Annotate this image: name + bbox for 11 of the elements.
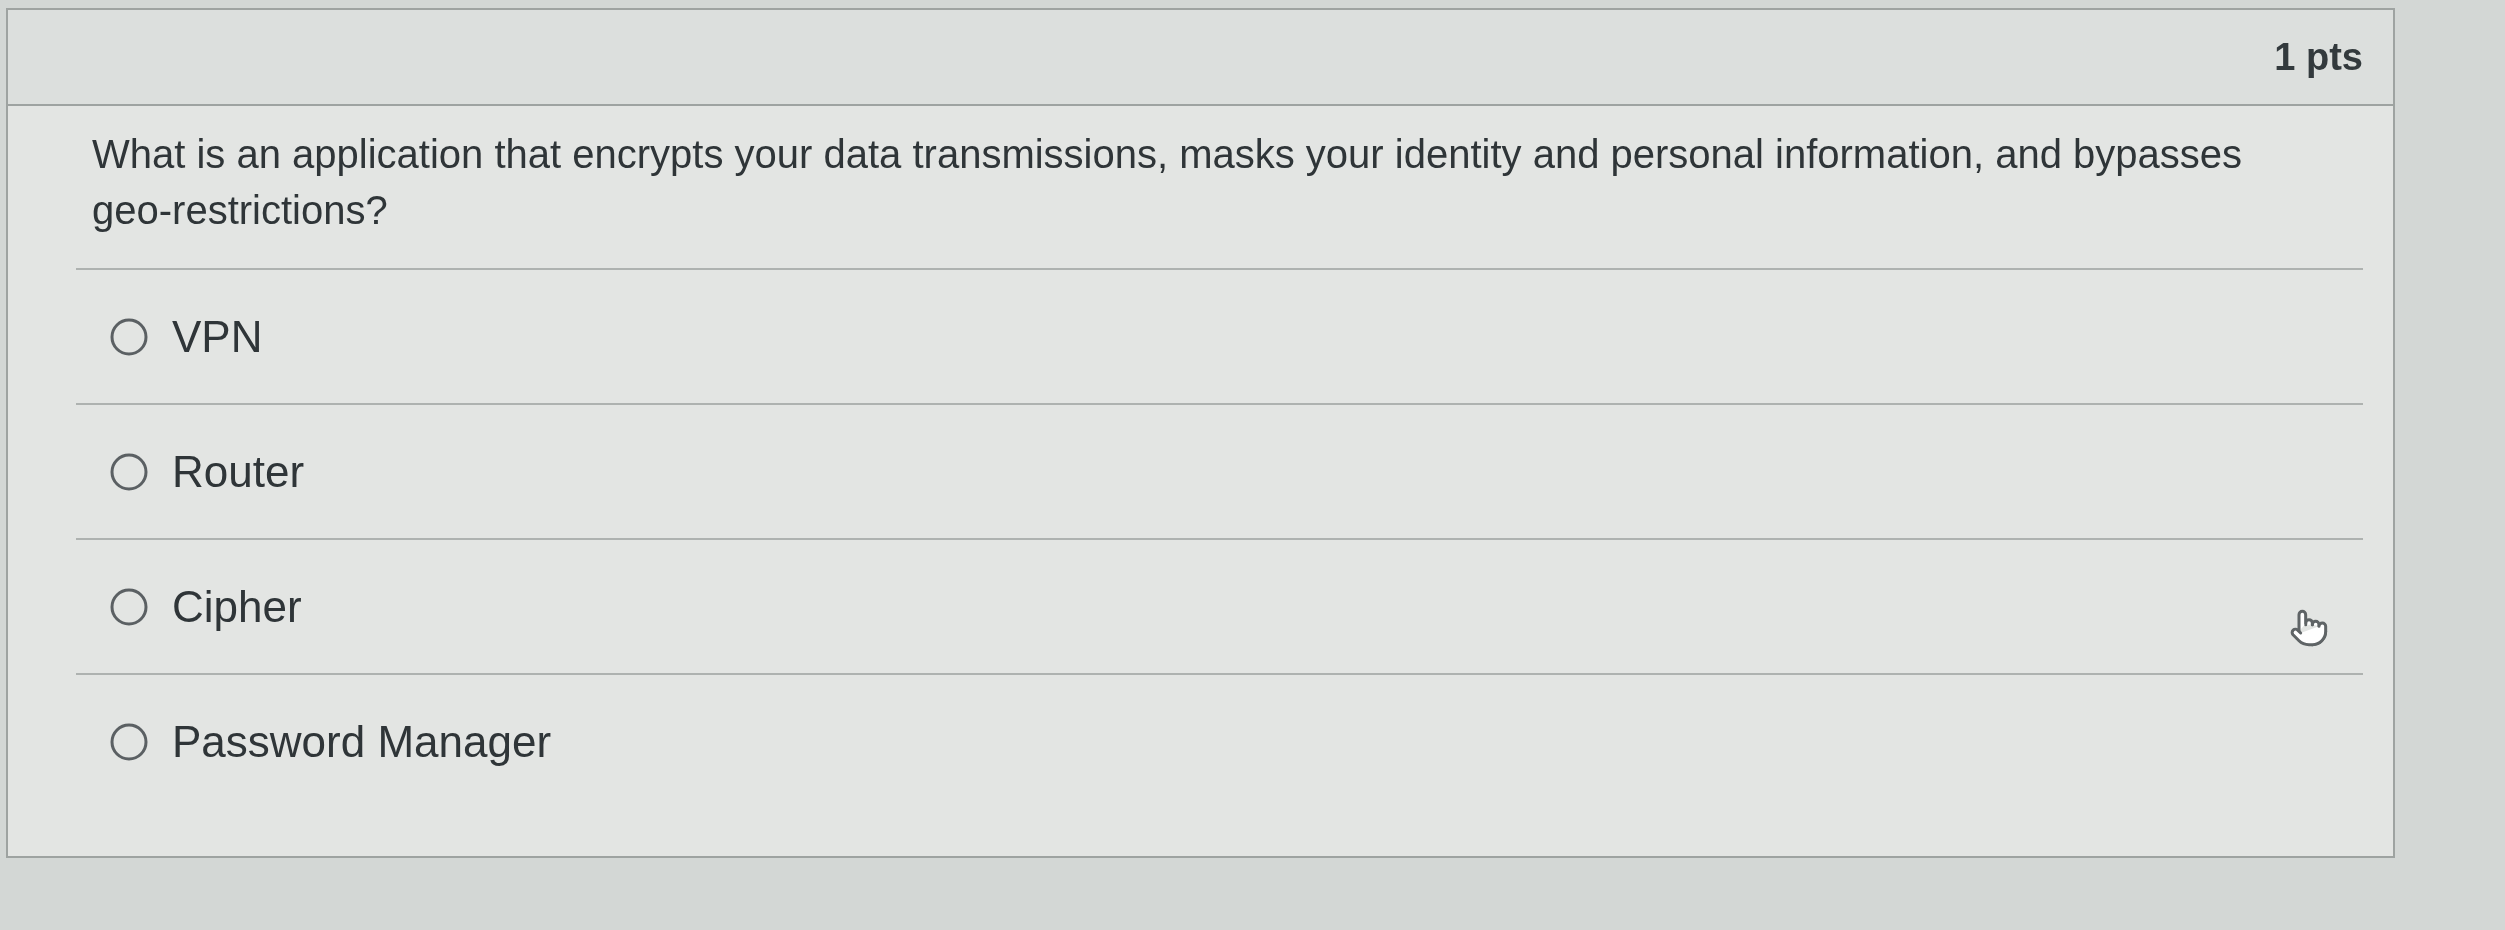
question-text: What is an application that encrypts your data transmissions, masks your identity and personal information, and bypasses geo-restrictions? [92,131,2243,234]
radio-button[interactable] [110,722,148,761]
answer-label: VPN [172,311,263,362]
hand-pointer-icon [2289,608,2329,648]
answer-label: Cipher [172,581,302,632]
points-label: 1 pts [2274,35,2363,79]
radio-button[interactable] [110,317,148,356]
radio-button[interactable] [110,452,148,491]
answer-label: Router [172,446,305,497]
radio-button[interactable] [110,587,148,626]
answer-label: Password Manager [172,716,552,767]
